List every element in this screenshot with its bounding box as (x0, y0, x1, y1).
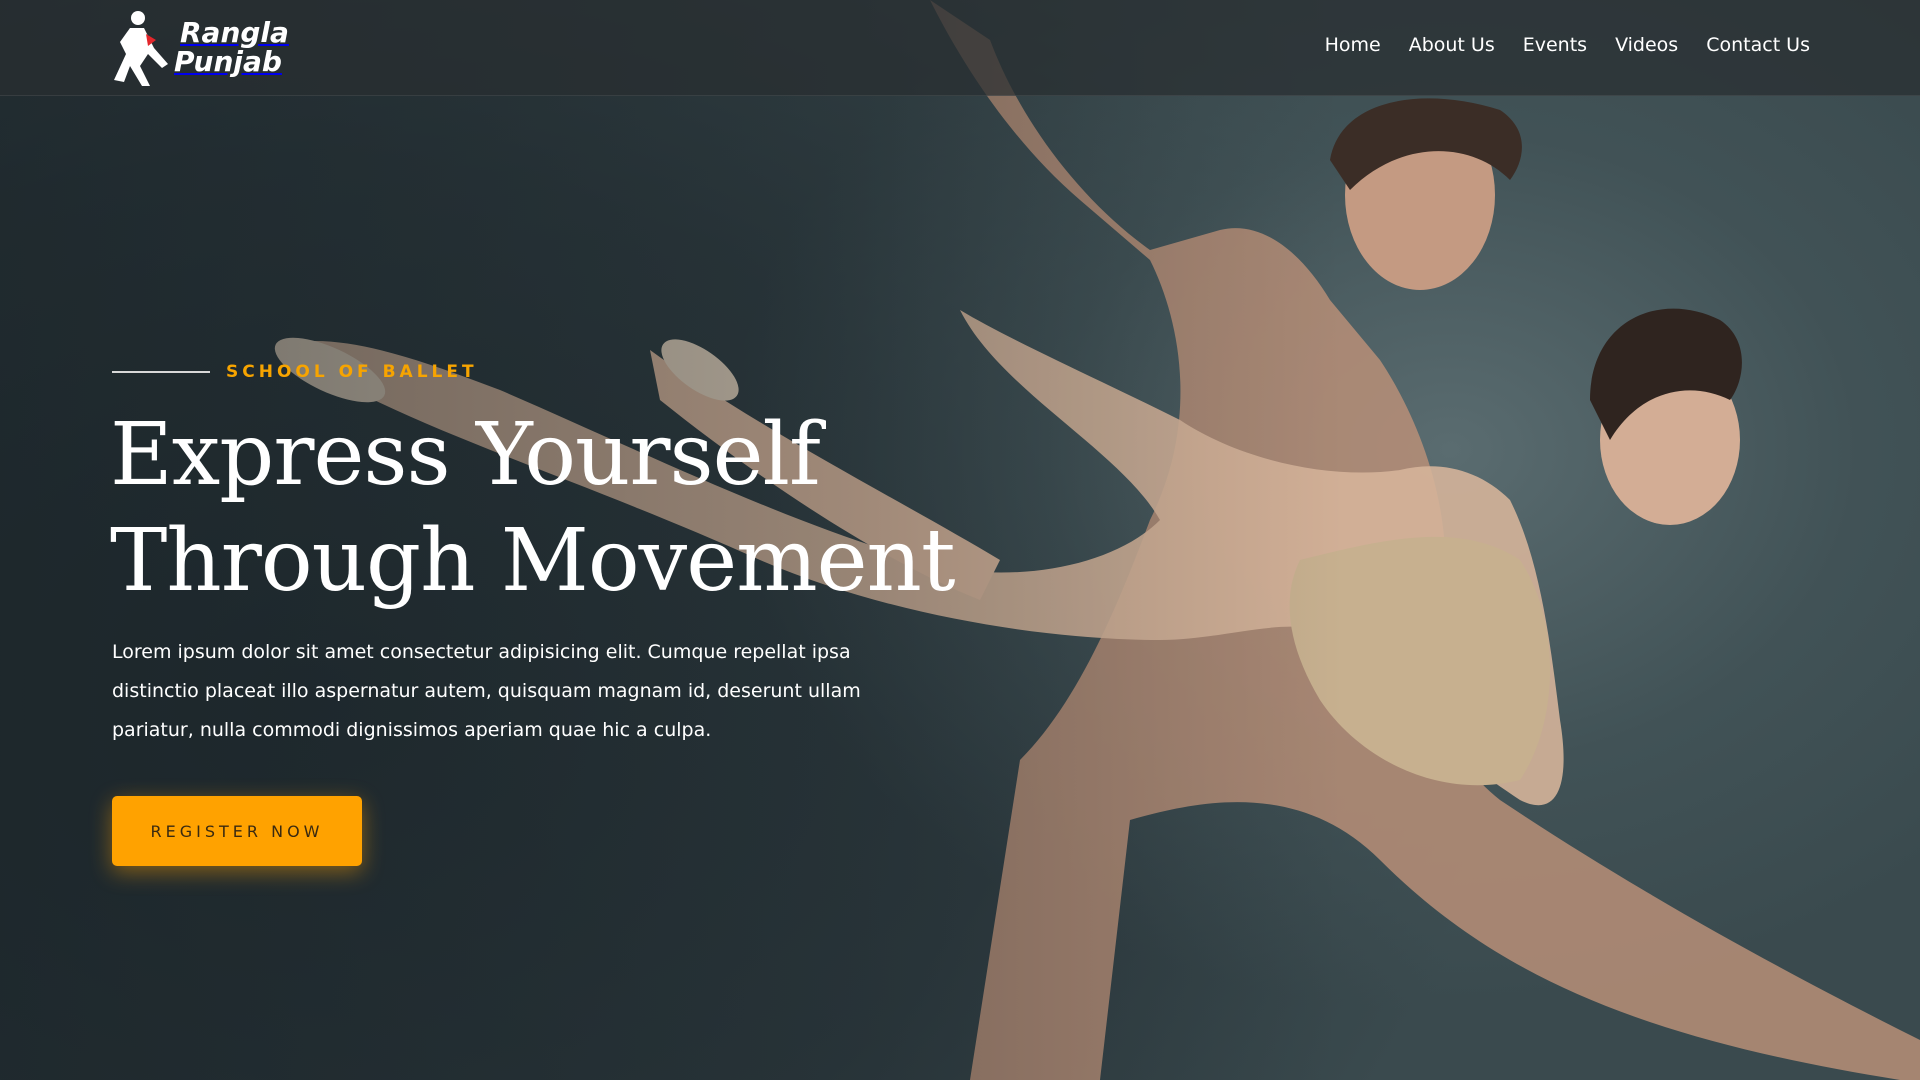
eyebrow-divider (112, 371, 210, 373)
hero-title-line1: Express Yourself (110, 405, 821, 505)
brand-name-line1: Rangla (180, 16, 289, 49)
site-header: Rangla Punjab Home About Us Events Video… (0, 0, 1920, 96)
hero-eyebrow: SCHOOL OF BALLET (112, 362, 478, 382)
brand-logo[interactable]: Rangla Punjab (110, 6, 290, 88)
nav-item-home[interactable]: Home (1325, 30, 1381, 60)
brand-name-line2: Punjab (174, 45, 282, 78)
nav-item-about-us[interactable]: About Us (1409, 30, 1495, 60)
hero-title: Express Yourself Through Movement (110, 402, 1010, 614)
nav-item-events[interactable]: Events (1523, 30, 1587, 60)
hero-title-line2: Through Movement (110, 511, 956, 611)
hero-description: Lorem ipsum dolor sit amet consectetur a… (112, 641, 861, 741)
eyebrow-text: SCHOOL OF BALLET (226, 362, 478, 382)
nav-item-contact-us[interactable]: Contact Us (1706, 30, 1810, 60)
register-now-button[interactable]: REGISTER NOW (112, 796, 362, 866)
dancer-logo-icon (114, 11, 168, 86)
main-navigation: Home About Us Events Videos Contact Us (1325, 30, 1810, 60)
brand-name: Rangla Punjab (174, 18, 289, 76)
nav-item-videos[interactable]: Videos (1615, 30, 1678, 60)
